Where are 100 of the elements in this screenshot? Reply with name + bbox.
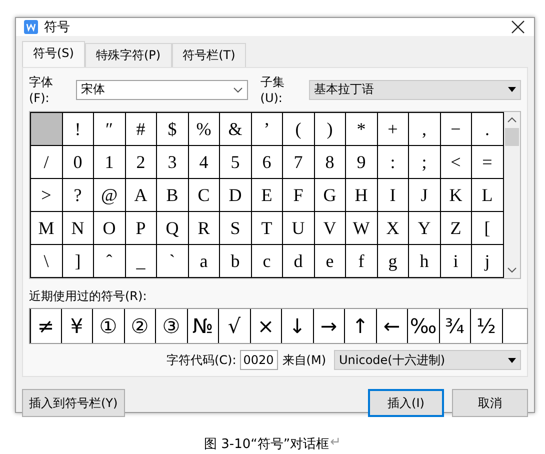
- font-dropdown[interactable]: 宋体: [76, 80, 248, 100]
- symbol-cell[interactable]: d: [283, 245, 314, 278]
- symbol-cell[interactable]: E: [252, 179, 283, 212]
- encoding-dropdown[interactable]: Unicode(十六进制): [334, 350, 521, 370]
- symbol-cell[interactable]: [31, 113, 62, 146]
- recent-symbol-cell[interactable]: ¾: [440, 309, 471, 343]
- symbol-cell[interactable]: 0: [62, 146, 94, 179]
- symbol-cell[interactable]: !: [62, 113, 94, 146]
- recent-symbol-cell[interactable]: №: [188, 309, 219, 343]
- symbol-cell[interactable]: i: [440, 245, 472, 278]
- scroll-down-icon[interactable]: [506, 266, 516, 274]
- symbol-cell[interactable]: &: [220, 113, 252, 146]
- insert-button[interactable]: 插入(I): [368, 389, 444, 417]
- symbol-cell[interactable]: 9: [346, 146, 378, 179]
- symbol-cell[interactable]: (: [283, 113, 314, 146]
- recent-symbol-cell[interactable]: √: [219, 309, 250, 343]
- symbol-cell[interactable]: <: [440, 146, 472, 179]
- symbol-cell[interactable]: 6: [252, 146, 283, 179]
- symbol-cell[interactable]: /: [31, 146, 62, 179]
- symbol-cell[interactable]: %: [188, 113, 220, 146]
- symbol-cell[interactable]: 5: [220, 146, 252, 179]
- scrollbar[interactable]: [504, 112, 520, 278]
- symbol-cell[interactable]: 2: [126, 146, 157, 179]
- symbol-cell[interactable]: h: [409, 245, 440, 278]
- symbol-cell[interactable]: D: [220, 179, 252, 212]
- subset-dropdown[interactable]: 基本拉丁语: [308, 80, 521, 100]
- symbol-cell[interactable]: X: [378, 212, 409, 245]
- symbol-cell[interactable]: a: [188, 245, 220, 278]
- symbol-cell[interactable]: K: [440, 179, 472, 212]
- symbol-cell[interactable]: ]: [62, 245, 94, 278]
- recent-symbol-cell[interactable]: ↓: [282, 309, 314, 343]
- recent-symbol-cell[interactable]: ×: [250, 309, 282, 343]
- symbol-cell[interactable]: Q: [157, 212, 188, 245]
- symbol-cell[interactable]: #: [126, 113, 157, 146]
- symbol-cell[interactable]: ″: [94, 113, 126, 146]
- recent-symbol-cell[interactable]: ③: [156, 309, 188, 343]
- symbol-cell[interactable]: f: [346, 245, 378, 278]
- recent-symbol-cell[interactable]: ≠: [30, 309, 62, 343]
- close-icon[interactable]: [510, 19, 526, 35]
- tab[interactable]: 符号(S): [22, 41, 85, 67]
- add-to-bar-button[interactable]: 插入到符号栏(Y): [22, 389, 125, 417]
- symbol-cell[interactable]: V: [314, 212, 346, 245]
- symbol-cell[interactable]: 8: [314, 146, 346, 179]
- symbol-cell[interactable]: B: [157, 179, 188, 212]
- symbol-cell[interactable]: _: [126, 245, 157, 278]
- symbol-cell[interactable]: R: [188, 212, 220, 245]
- cancel-button[interactable]: 取消: [452, 389, 528, 417]
- char-code-field[interactable]: 0020: [240, 350, 278, 370]
- symbol-cell[interactable]: ?: [62, 179, 94, 212]
- symbol-cell[interactable]: S: [220, 212, 252, 245]
- symbol-cell[interactable]: Y: [409, 212, 440, 245]
- symbol-cell[interactable]: G: [314, 179, 346, 212]
- symbol-cell[interactable]: ’: [252, 113, 283, 146]
- symbol-cell[interactable]: J: [409, 179, 440, 212]
- symbol-cell[interactable]: H: [346, 179, 378, 212]
- symbol-cell[interactable]: A: [126, 179, 157, 212]
- symbol-cell[interactable]: F: [283, 179, 314, 212]
- symbol-cell[interactable]: `: [157, 245, 188, 278]
- symbol-cell[interactable]: Z: [440, 212, 472, 245]
- symbol-cell[interactable]: P: [126, 212, 157, 245]
- recent-symbol-cell[interactable]: ←: [376, 309, 408, 343]
- symbol-cell[interactable]: b: [220, 245, 252, 278]
- symbol-cell[interactable]: U: [283, 212, 314, 245]
- recent-symbol-cell[interactable]: ‰: [408, 309, 440, 343]
- symbol-cell[interactable]: @: [94, 179, 126, 212]
- symbol-cell[interactable]: N: [62, 212, 94, 245]
- recent-symbol-cell[interactable]: ½: [471, 309, 502, 343]
- symbol-cell[interactable]: ˆ: [94, 245, 126, 278]
- symbol-cell[interactable]: T: [252, 212, 283, 245]
- symbol-cell[interactable]: O: [94, 212, 126, 245]
- symbol-cell[interactable]: W: [346, 212, 378, 245]
- symbol-cell[interactable]: I: [378, 179, 409, 212]
- symbol-cell[interactable]: ,: [409, 113, 440, 146]
- symbol-cell[interactable]: M: [31, 212, 62, 245]
- recent-symbol-cell[interactable]: →: [314, 309, 345, 343]
- symbol-cell[interactable]: :: [378, 146, 409, 179]
- symbol-cell[interactable]: c: [252, 245, 283, 278]
- recent-symbol-cell[interactable]: ①: [93, 309, 124, 343]
- symbol-cell[interactable]: g: [378, 245, 409, 278]
- symbol-cell[interactable]: 1: [94, 146, 126, 179]
- symbol-cell[interactable]: 4: [188, 146, 220, 179]
- tab[interactable]: 特殊字符(P): [84, 43, 172, 67]
- symbol-cell[interactable]: −: [440, 113, 472, 146]
- symbol-cell[interactable]: $: [157, 113, 188, 146]
- symbol-cell[interactable]: ): [314, 113, 346, 146]
- scroll-up-icon[interactable]: [506, 116, 516, 124]
- symbol-cell[interactable]: *: [346, 113, 378, 146]
- scroll-thumb[interactable]: [504, 128, 518, 146]
- symbol-cell[interactable]: 3: [157, 146, 188, 179]
- symbol-cell[interactable]: >: [31, 179, 62, 212]
- symbol-cell[interactable]: e: [314, 245, 346, 278]
- symbol-cell[interactable]: \: [31, 245, 62, 278]
- symbol-cell[interactable]: 7: [283, 146, 314, 179]
- recent-symbol-cell[interactable]: ②: [124, 309, 156, 343]
- tab[interactable]: 符号栏(T): [172, 43, 246, 67]
- recent-symbol-cell[interactable]: ¥: [62, 309, 93, 343]
- symbol-cell[interactable]: ;: [409, 146, 440, 179]
- symbol-cell[interactable]: +: [378, 113, 409, 146]
- recent-symbol-cell[interactable]: ↑: [345, 309, 376, 343]
- symbol-cell[interactable]: C: [188, 179, 220, 212]
